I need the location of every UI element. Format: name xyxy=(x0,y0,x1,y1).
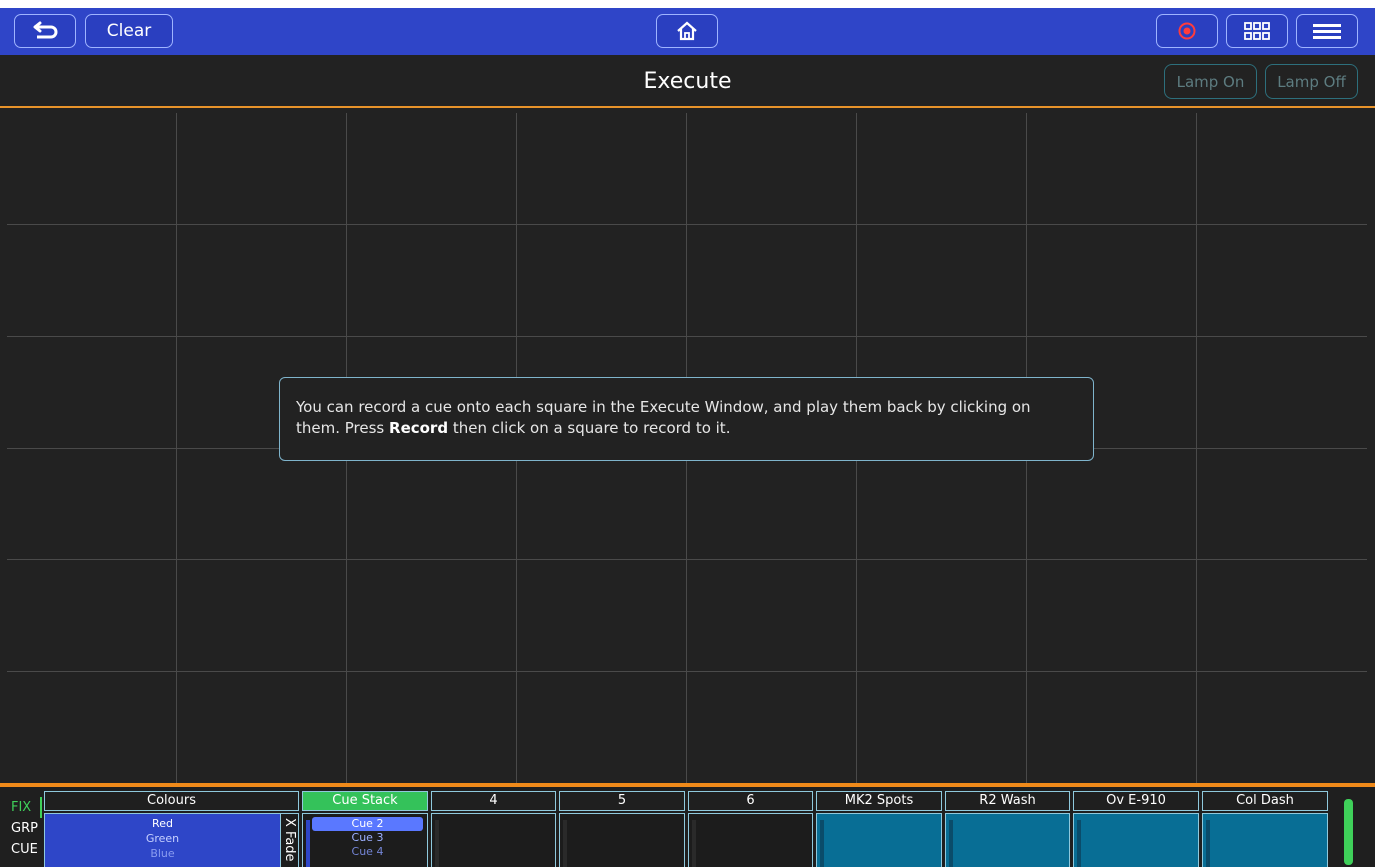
playback-title: Colours xyxy=(44,791,299,811)
playback-body[interactable] xyxy=(688,813,813,867)
back-button[interactable] xyxy=(14,14,76,48)
info-text-2: then click on a square to record to it. xyxy=(448,419,731,437)
mode-cue[interactable]: CUE xyxy=(0,839,42,860)
playback-body[interactable]: Red Green Blue X Fade xyxy=(44,813,299,867)
record-button[interactable] xyxy=(1156,14,1218,48)
xfade-label: X Fade xyxy=(282,818,297,862)
palette-item-blue[interactable]: Blue xyxy=(47,846,278,861)
playback-fader[interactable] xyxy=(692,820,696,867)
hamburger-menu-icon xyxy=(1313,24,1341,39)
menu-button[interactable] xyxy=(1296,14,1358,48)
playback-4[interactable]: 4 xyxy=(431,791,556,867)
cue-list: Cue 2 Cue 3 Cue 4 xyxy=(312,817,423,859)
playback-cue-stack[interactable]: Cue Stack Cue 2 Cue 3 Cue 4 xyxy=(302,791,428,867)
playback-title: 5 xyxy=(559,791,685,811)
mode-selector: FIX GRP CUE xyxy=(0,797,42,860)
mode-grp[interactable]: GRP xyxy=(0,818,42,839)
playback-fader[interactable] xyxy=(435,820,439,867)
info-bold: Record xyxy=(389,419,449,437)
playback-fader[interactable] xyxy=(1077,820,1081,867)
playback-title: Col Dash xyxy=(1202,791,1328,811)
playback-body[interactable] xyxy=(1073,813,1199,867)
playback-body[interactable] xyxy=(1202,813,1328,867)
playback-body[interactable] xyxy=(945,813,1070,867)
cue-item[interactable]: Cue 2 xyxy=(312,817,423,831)
record-icon xyxy=(1178,22,1196,40)
grid-divider xyxy=(7,671,1367,672)
title-bar: Execute Lamp On Lamp Off xyxy=(0,55,1375,108)
playback-5[interactable]: 5 xyxy=(559,791,685,867)
playback-title: 4 xyxy=(431,791,556,811)
home-button[interactable] xyxy=(656,14,718,48)
top-toolbar: Clear xyxy=(0,0,1375,55)
playback-fader[interactable] xyxy=(1206,820,1210,867)
grid-divider xyxy=(7,336,1367,337)
execute-window: Clear Execute Lamp On Lamp Off You can r… xyxy=(0,0,1375,867)
playback-title: Cue Stack xyxy=(302,791,428,811)
back-arrow-icon xyxy=(33,21,58,39)
cue-item[interactable]: Cue 4 xyxy=(312,845,423,859)
playback-body[interactable] xyxy=(816,813,942,867)
playback-title: MK2 Spots xyxy=(816,791,942,811)
playback-fader[interactable] xyxy=(820,820,824,867)
playback-6[interactable]: 6 xyxy=(688,791,813,867)
playback-fader[interactable] xyxy=(949,820,953,867)
lamp-on-label: Lamp On xyxy=(1176,72,1245,91)
playback-r2-wash[interactable]: R2 Wash xyxy=(945,791,1070,867)
info-message: You can record a cue onto each square in… xyxy=(279,377,1094,461)
grid-view-button[interactable] xyxy=(1226,14,1288,48)
playback-fader[interactable] xyxy=(563,820,567,867)
home-icon xyxy=(677,21,697,41)
clear-button[interactable]: Clear xyxy=(85,14,173,48)
cue-item[interactable]: Cue 3 xyxy=(312,831,423,845)
palette-item-green[interactable]: Green xyxy=(47,831,278,846)
playback-title: R2 Wash xyxy=(945,791,1070,811)
playback-colours[interactable]: Colours Red Green Blue X Fade xyxy=(44,791,299,867)
playback-title: 6 xyxy=(688,791,813,811)
lamp-off-label: Lamp Off xyxy=(1277,72,1346,91)
grid-view-icon xyxy=(1244,22,1270,40)
playback-ov-e910[interactable]: Ov E-910 xyxy=(1073,791,1199,867)
grid-divider xyxy=(7,224,1367,225)
lamp-on-button[interactable]: Lamp On xyxy=(1164,64,1257,99)
palette-item-red[interactable]: Red xyxy=(47,816,278,831)
playback-fader[interactable] xyxy=(306,820,310,867)
playback-mk2-spots[interactable]: MK2 Spots xyxy=(816,791,942,867)
grid-divider xyxy=(7,559,1367,560)
lamp-off-button[interactable]: Lamp Off xyxy=(1265,64,1358,99)
palette-list: Red Green Blue xyxy=(47,816,278,861)
playback-body[interactable]: Cue 2 Cue 3 Cue 4 xyxy=(302,813,428,867)
scroll-handle[interactable] xyxy=(1344,799,1353,865)
clear-label: Clear xyxy=(106,21,152,41)
playback-body[interactable] xyxy=(431,813,556,867)
xfade-toggle[interactable]: X Fade xyxy=(280,814,298,867)
playback-strip: FIX GRP CUE Colours Red Green Blue X Fad… xyxy=(0,787,1375,867)
playback-body[interactable] xyxy=(559,813,685,867)
playback-title: Ov E-910 xyxy=(1073,791,1199,811)
mode-fix[interactable]: FIX xyxy=(0,797,42,818)
playback-col-dash[interactable]: Col Dash xyxy=(1202,791,1328,867)
